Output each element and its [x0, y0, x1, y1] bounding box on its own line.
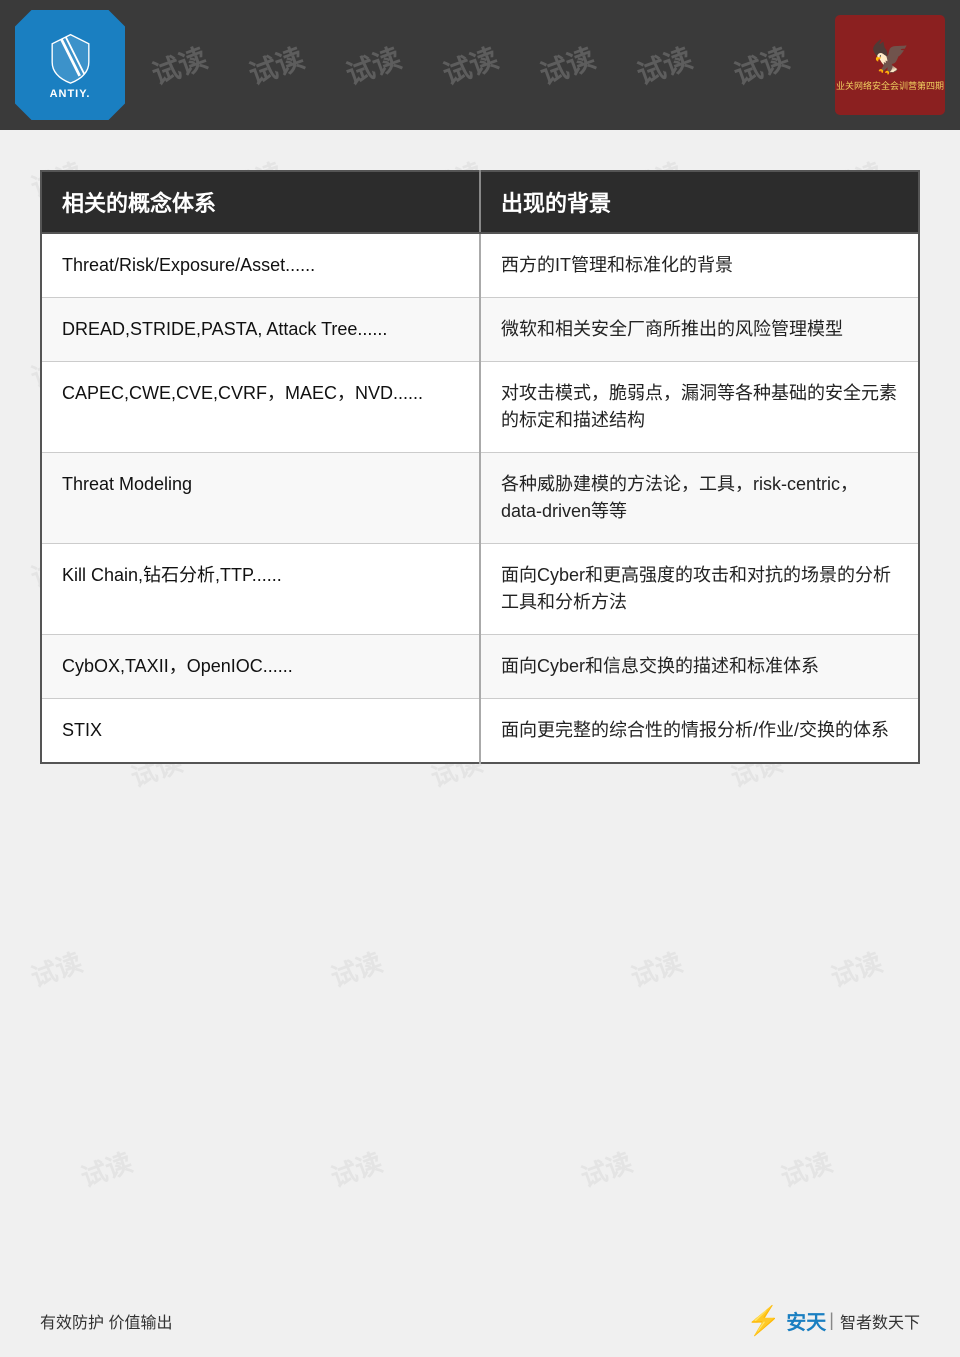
footer-logo-main: 安天 — [786, 1306, 826, 1335]
row-2-left: CAPEC,CWE,CVE,CVRF，MAEC，NVD...... — [41, 362, 480, 453]
row-1-left: DREAD,STRIDE,PASTA, Attack Tree...... — [41, 298, 480, 362]
footer-logo-icon: ⚡ — [746, 1304, 781, 1337]
watermark-4: 试读 — [437, 37, 503, 94]
header-badge: 🦅 业关网络安全会训营第四期 — [835, 15, 945, 115]
bwm-20: 试读 — [325, 942, 387, 995]
footer-logo-sub: 智者数天下 — [840, 1309, 920, 1333]
watermark-1: 试读 — [145, 37, 211, 94]
row-1-right: 微软和相关安全厂商所推出的风险管理模型 — [480, 298, 919, 362]
table-row: Threat/Risk/Exposure/Asset......西方的IT管理和… — [41, 233, 919, 298]
row-2-right: 对攻击模式，脆弱点，漏洞等各种基础的安全元素的标定和描述结构 — [480, 362, 919, 453]
col-left-header: 相关的概念体系 — [41, 171, 480, 233]
watermark-2: 试读 — [243, 37, 309, 94]
col-right-header: 出现的背景 — [480, 171, 919, 233]
row-4-left: Kill Chain,钻石分析,TTP...... — [41, 544, 480, 635]
footer-logo: ⚡ 安天 | 智者数天下 — [746, 1304, 920, 1337]
row-5-left: CybOX,TAXII，OpenIOC...... — [41, 635, 480, 699]
bwm-21: 试读 — [625, 942, 687, 995]
badge-text: 业关网络安全会训营第四期 — [836, 80, 944, 93]
table-row: DREAD,STRIDE,PASTA, Attack Tree......微软和… — [41, 298, 919, 362]
watermark-7: 试读 — [728, 37, 794, 94]
logo-icon — [43, 30, 98, 85]
logo-text: ANTIY. — [50, 88, 91, 100]
row-6-right: 面向更完整的综合性的情报分析/作业/交换的体系 — [480, 699, 919, 764]
bwm-25: 试读 — [575, 1142, 637, 1195]
row-3-left: Threat Modeling — [41, 453, 480, 544]
footer-left-text: 有效防护 价值输出 — [40, 1309, 172, 1333]
watermark-5: 试读 — [534, 37, 600, 94]
table-row: CybOX,TAXII，OpenIOC......面向Cyber和信息交换的描述… — [41, 635, 919, 699]
row-0-right: 西方的IT管理和标准化的背景 — [480, 233, 919, 298]
table-row: CAPEC,CWE,CVE,CVRF，MAEC，NVD......对攻击模式，脆… — [41, 362, 919, 453]
row-6-left: STIX — [41, 699, 480, 764]
bwm-24: 试读 — [325, 1142, 387, 1195]
footer: 有效防护 价值输出 ⚡ 安天 | 智者数天下 — [40, 1304, 920, 1337]
bwm-22: 试读 — [825, 942, 887, 995]
footer-divider: | — [829, 1310, 834, 1331]
watermark-6: 试读 — [631, 37, 697, 94]
row-3-right: 各种威胁建模的方法论，工具，risk-centric，data-driven等等 — [480, 453, 919, 544]
row-0-left: Threat/Risk/Exposure/Asset...... — [41, 233, 480, 298]
watermark-3: 试读 — [340, 37, 406, 94]
header-watermark-container: 试读 试读 试读 试读 试读 试读 试读 — [0, 0, 960, 130]
row-4-right: 面向Cyber和更高强度的攻击和对抗的场景的分析工具和分析方法 — [480, 544, 919, 635]
logo: ANTIY. — [15, 10, 125, 120]
badge-icon: 🦅 — [870, 38, 910, 76]
row-5-right: 面向Cyber和信息交换的描述和标准体系 — [480, 635, 919, 699]
bwm-23: 试读 — [75, 1142, 137, 1195]
concept-table: 相关的概念体系 出现的背景 Threat/Risk/Exposure/Asset… — [40, 170, 920, 764]
header: ANTIY. 试读 试读 试读 试读 试读 试读 试读 🦅 业关网络安全会训营第… — [0, 0, 960, 130]
table-row: Threat Modeling各种威胁建模的方法论，工具，risk-centri… — [41, 453, 919, 544]
table-row: STIX面向更完整的综合性的情报分析/作业/交换的体系 — [41, 699, 919, 764]
table-row: Kill Chain,钻石分析,TTP......面向Cyber和更高强度的攻击… — [41, 544, 919, 635]
bwm-26: 试读 — [775, 1142, 837, 1195]
bwm-19: 试读 — [25, 942, 87, 995]
main-content: 相关的概念体系 出现的背景 Threat/Risk/Exposure/Asset… — [0, 130, 960, 794]
